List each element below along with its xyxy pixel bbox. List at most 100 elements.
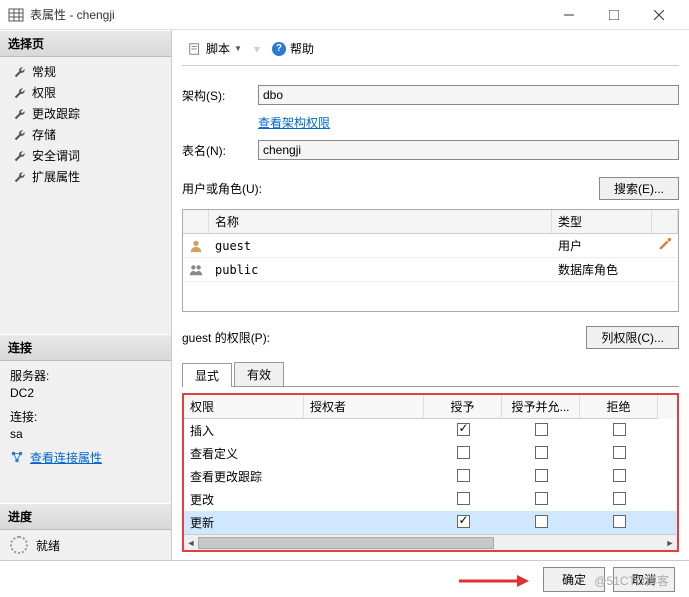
wrench-icon: [14, 129, 26, 141]
withgrant-checkbox[interactable]: [535, 492, 548, 505]
deny-checkbox[interactable]: [613, 423, 626, 436]
server-label: 服务器:: [10, 367, 161, 384]
col-type-header[interactable]: 类型: [552, 210, 652, 233]
withgrant-checkbox[interactable]: [535, 515, 548, 528]
view-connection-link[interactable]: 查看连接属性: [10, 449, 102, 466]
user-type: 用户: [552, 234, 652, 257]
maximize-button[interactable]: [591, 0, 636, 30]
grant-checkbox[interactable]: [457, 446, 470, 459]
view-schema-perms-link[interactable]: 查看架构权限: [258, 114, 330, 131]
perms-tabs: 显式 有效: [182, 362, 679, 387]
nav-item-permissions[interactable]: 权限: [0, 82, 171, 103]
nav-label: 常规: [32, 63, 56, 80]
table-icon: [8, 7, 24, 23]
connection-icon: [10, 450, 24, 464]
wrench-icon: [14, 87, 26, 99]
user-name: guest: [209, 236, 552, 256]
content-pane: 脚本 ▼ ▾ ? 帮助 架构(S): 查看架构权限 表名(N): 用户或角色(U…: [172, 30, 689, 560]
select-page-header: 选择页: [0, 30, 171, 57]
schema-input[interactable]: [258, 85, 679, 105]
perm-grantor: [304, 520, 424, 526]
user-type: 数据库角色: [552, 258, 652, 281]
nav-item-security[interactable]: 安全谓词: [0, 145, 171, 166]
tab-explicit[interactable]: 显式: [182, 363, 232, 387]
perm-row[interactable]: 插入: [184, 419, 677, 442]
perm-name: 更新: [184, 511, 304, 534]
deny-checkbox[interactable]: [613, 492, 626, 505]
table-input[interactable]: [258, 140, 679, 160]
script-label: 脚本: [206, 40, 230, 57]
scroll-left-icon[interactable]: ◄: [184, 535, 198, 551]
horizontal-scrollbar[interactable]: ◄ ►: [184, 534, 677, 550]
users-label: 用户或角色(U):: [182, 180, 593, 197]
deny-checkbox[interactable]: [613, 515, 626, 528]
ok-button[interactable]: 确定: [543, 567, 605, 592]
scroll-right-icon[interactable]: ►: [663, 535, 677, 551]
tab-effective[interactable]: 有效: [234, 362, 284, 386]
perm-col-withgrant[interactable]: 授予并允...: [502, 395, 580, 419]
nav-item-extended[interactable]: 扩展属性: [0, 166, 171, 187]
perm-col-grant[interactable]: 授予: [424, 395, 502, 419]
deny-checkbox[interactable]: [613, 469, 626, 482]
nav-label: 安全谓词: [32, 147, 80, 164]
schema-label: 架构(S):: [182, 87, 252, 104]
withgrant-checkbox[interactable]: [535, 446, 548, 459]
nav-item-changetrack[interactable]: 更改跟踪: [0, 103, 171, 124]
perm-col-grantor[interactable]: 授权者: [304, 395, 424, 419]
close-button[interactable]: [636, 0, 681, 30]
scroll-thumb[interactable]: [198, 537, 494, 549]
server-value: DC2: [10, 386, 161, 400]
permissions-grid: 权限 授权者 授予 授予并允... 拒绝 插入查看定义查看更改跟踪更改更新 ◄ …: [182, 393, 679, 552]
nav-item-general[interactable]: 常规: [0, 61, 171, 82]
wrench-icon: [14, 108, 26, 120]
grant-checkbox[interactable]: [457, 469, 470, 482]
perm-grantor: [304, 451, 424, 457]
nav-item-storage[interactable]: 存储: [0, 124, 171, 145]
annotation-arrow-icon: [459, 573, 529, 589]
nav-list: 常规 权限 更改跟踪 存储 安全谓词 扩展属性: [0, 57, 171, 191]
col-perms-button[interactable]: 列权限(C)...: [586, 326, 679, 349]
link-label: 查看连接属性: [30, 449, 102, 466]
perm-name: 插入: [184, 419, 304, 442]
perm-row[interactable]: 查看更改跟踪: [184, 465, 677, 488]
col-name-header[interactable]: 名称: [209, 210, 552, 233]
chevron-down-icon: ▼: [234, 44, 242, 53]
nav-label: 存储: [32, 126, 56, 143]
script-button[interactable]: 脚本 ▼: [182, 38, 248, 59]
wrench-icon: [14, 66, 26, 78]
search-button[interactable]: 搜索(E)...: [599, 177, 679, 200]
perm-row[interactable]: 更改: [184, 488, 677, 511]
user-row[interactable]: public 数据库角色: [183, 258, 678, 282]
perm-name: 查看定义: [184, 442, 304, 465]
perm-row[interactable]: 查看定义: [184, 442, 677, 465]
perm-col-deny[interactable]: 拒绝: [580, 395, 658, 419]
grant-checkbox[interactable]: [457, 515, 470, 528]
minimize-button[interactable]: [546, 0, 591, 30]
user-icon: [189, 239, 203, 253]
withgrant-checkbox[interactable]: [535, 469, 548, 482]
window-controls: [546, 0, 681, 30]
user-row[interactable]: guest 用户: [183, 234, 678, 258]
conn-label: 连接:: [10, 408, 161, 425]
deny-checkbox[interactable]: [613, 446, 626, 459]
spinner-icon: [10, 536, 28, 554]
help-button[interactable]: ? 帮助: [266, 38, 320, 59]
edit-icon[interactable]: [658, 237, 672, 251]
nav-label: 扩展属性: [32, 168, 80, 185]
user-name: public: [209, 260, 552, 280]
progress-header: 进度: [0, 503, 171, 530]
grant-checkbox[interactable]: [457, 492, 470, 505]
perm-name: 查看更改跟踪: [184, 465, 304, 488]
cancel-button[interactable]: 取消: [613, 567, 675, 592]
perm-name: 更改: [184, 488, 304, 511]
nav-label: 更改跟踪: [32, 105, 80, 122]
users-grid: 名称 类型 guest 用户 public 数据库角色: [182, 209, 679, 312]
perm-row[interactable]: 更新: [184, 511, 677, 534]
window-title: 表属性 - chengji: [30, 6, 546, 23]
wrench-icon: [14, 171, 26, 183]
perm-col-permission[interactable]: 权限: [184, 395, 304, 419]
withgrant-checkbox[interactable]: [535, 423, 548, 436]
perms-label: guest 的权限(P):: [182, 329, 580, 346]
perm-grantor: [304, 474, 424, 480]
grant-checkbox[interactable]: [457, 423, 470, 436]
